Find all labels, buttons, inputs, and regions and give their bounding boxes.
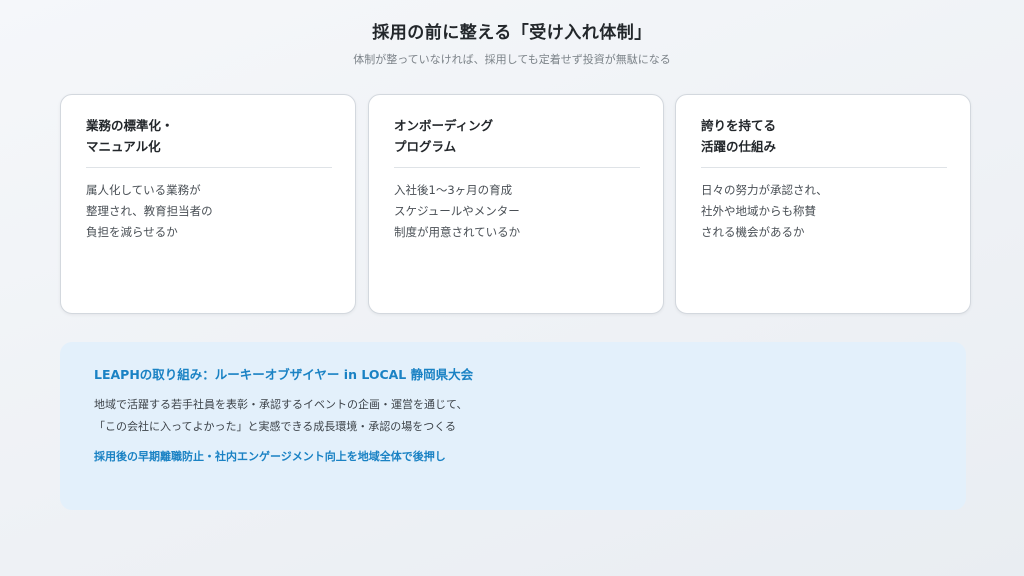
card-heading-line: プログラム bbox=[394, 139, 457, 154]
card-body: 属人化している業務が 整理され、教育担当者の 負担を減らせるか bbox=[86, 180, 332, 243]
card-divider bbox=[701, 167, 947, 168]
panel-body-line: 地域で活躍する若手社員を表彰・承認するイベントの企画・運営を通じて、 bbox=[94, 398, 468, 411]
card-body-line: される機会があるか bbox=[701, 225, 805, 239]
card-body-line: 整理され、教育担当者の bbox=[86, 204, 213, 218]
card-body-line: 制度が用意されているか bbox=[394, 225, 521, 239]
initiative-panel: LEAPHの取り組み：ルーキーオブザイヤー in LOCAL 静岡県大会 地域で… bbox=[60, 342, 966, 510]
card-body-line: スケジュールやメンター bbox=[394, 204, 520, 218]
card-heading: オンボーディング プログラム bbox=[394, 115, 640, 157]
card-heading-line: オンボーディング bbox=[394, 118, 494, 133]
card-body-line: 負担を減らせるか bbox=[86, 225, 178, 239]
page-subtitle: 体制が整っていなければ、採用しても定着せず投資が無駄になる bbox=[353, 53, 671, 66]
card-heading-line: マニュアル化 bbox=[86, 139, 161, 154]
card-body: 日々の努力が承認され、 社外や地域からも称賛 される機会があるか bbox=[701, 180, 947, 243]
card-heading-line: 誇りを持てる bbox=[701, 118, 777, 133]
card-standardization: 業務の標準化・ マニュアル化 属人化している業務が 整理され、教育担当者の 負担… bbox=[60, 94, 356, 314]
panel-title: LEAPHの取り組み：ルーキーオブザイヤー in LOCAL 静岡県大会 bbox=[94, 367, 474, 382]
card-body: 入社後1〜3ヶ月の育成 スケジュールやメンター 制度が用意されているか bbox=[394, 180, 640, 243]
panel-emphasis: 採用後の早期離職防止・社内エンゲージメント向上を地域全体で後押し bbox=[94, 450, 446, 463]
page-title: 採用の前に整える「受け入れ体制」 bbox=[372, 23, 652, 43]
card-heading-line: 業務の標準化・ bbox=[86, 118, 174, 133]
panel-body-line: 「この会社に入ってよかった」と実感できる成長環境・承認の場をつくる bbox=[94, 420, 457, 433]
card-body-line: 日々の努力が承認され、 bbox=[701, 183, 828, 197]
panel-body: 地域で活躍する若手社員を表彰・承認するイベントの企画・運営を通じて、 「この会社… bbox=[94, 394, 467, 438]
card-onboarding: オンボーディング プログラム 入社後1〜3ヶ月の育成 スケジュールやメンター 制… bbox=[368, 94, 664, 314]
card-heading: 業務の標準化・ マニュアル化 bbox=[86, 115, 332, 157]
card-heading-line: 活躍の仕組み bbox=[701, 139, 777, 154]
card-body-line: 属人化している業務が bbox=[86, 183, 201, 197]
card-recognition: 誇りを持てる 活躍の仕組み 日々の努力が承認され、 社外や地域からも称賛 される… bbox=[675, 94, 971, 314]
card-divider bbox=[86, 167, 332, 168]
card-body-line: 社外や地域からも称賛 bbox=[701, 204, 816, 218]
card-heading: 誇りを持てる 活躍の仕組み bbox=[701, 115, 947, 157]
card-body-line: 入社後1〜3ヶ月の育成 bbox=[394, 183, 513, 197]
card-divider bbox=[394, 167, 640, 168]
